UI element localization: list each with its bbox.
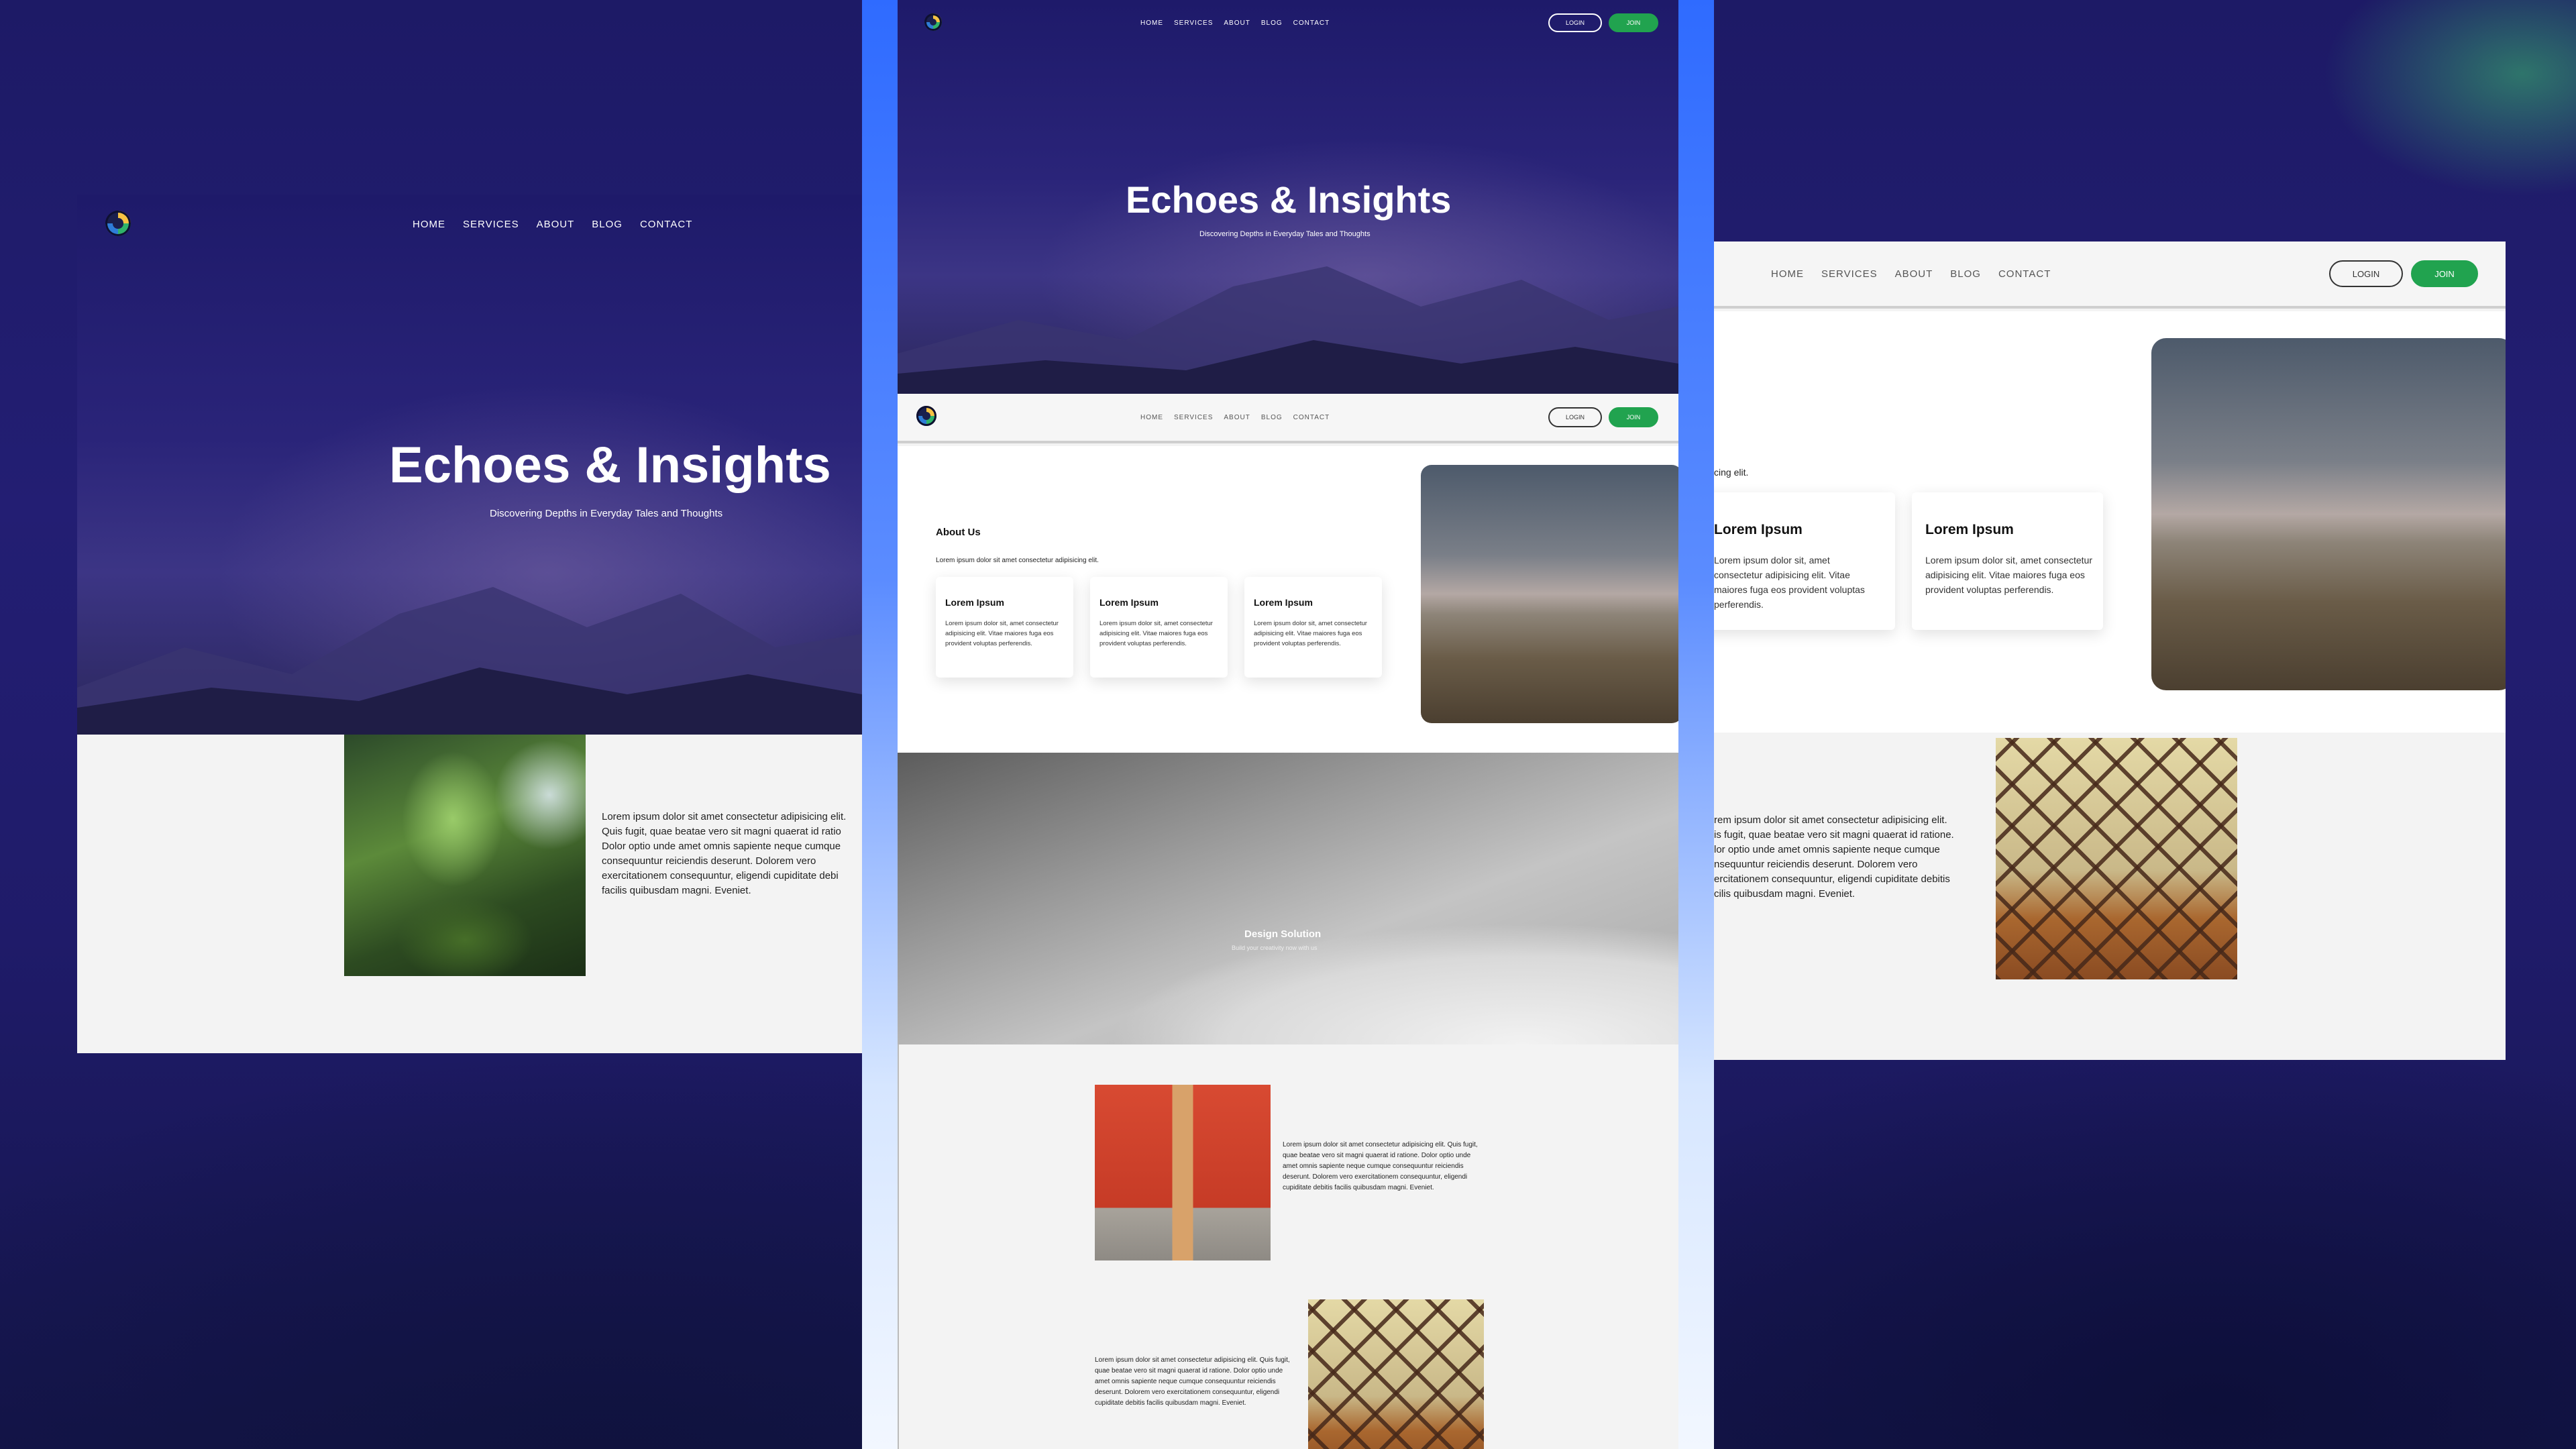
about-intro-fragment: cing elit. (1714, 467, 1749, 478)
left-nav: HOME SERVICES ABOUT BLOG CONTACT (413, 219, 692, 230)
center-page: HOME SERVICES ABOUT BLOG CONTACT LOGIN J… (898, 0, 1678, 1449)
card-body: Lorem ipsum dolor sit, amet consectetur … (1714, 555, 1865, 610)
nav-item-services[interactable]: SERVICES (463, 219, 519, 230)
center-frame: HOME SERVICES ABOUT BLOG CONTACT LOGIN J… (862, 0, 1714, 1449)
right-bottom: rem ipsum dolor sit amet consectetur adi… (1714, 733, 2506, 1060)
nav-item-about[interactable]: ABOUT (537, 219, 575, 230)
join-button[interactable]: JOIN (1609, 13, 1658, 32)
card-body: Lorem ipsum dolor sit, amet consectetur … (1925, 555, 2092, 595)
center-about: About Us Lorem ipsum dolor sit amet cons… (898, 446, 1678, 753)
about-card: Lorem Ipsum Lorem ipsum dolor sit, amet … (936, 577, 1073, 678)
card-title: Lorem Ipsum (1925, 522, 2014, 537)
center-hero-nav: HOME SERVICES ABOUT BLOG CONTACT (1140, 19, 1330, 27)
red-door-image (1095, 1085, 1271, 1260)
center-content: Lorem ipsum dolor sit amet consectetur a… (898, 1044, 1678, 1449)
hero-subtitle: Discovering Depths in Everyday Tales and… (490, 508, 723, 519)
left-paragraph: Lorem ipsum dolor sit amet consectetur a… (602, 811, 847, 896)
nav-item-about[interactable]: ABOUT (1224, 414, 1250, 421)
nav-item-contact[interactable]: CONTACT (1998, 268, 2051, 280)
nav-item-about[interactable]: ABOUT (1224, 19, 1250, 27)
login-button[interactable]: LOGIN (1548, 407, 1602, 427)
nav-item-contact[interactable]: CONTACT (1293, 19, 1330, 27)
card-body: Lorem ipsum dolor sit, amet consectetur … (945, 620, 1059, 647)
nav-item-blog[interactable]: BLOG (1950, 268, 1981, 280)
mountain-silhouette (77, 587, 862, 735)
login-button[interactable]: LOGIN (1548, 13, 1602, 32)
hero-title: Echoes & Insights (1126, 178, 1452, 221)
about-card: Lorem Ipsum Lorem ipsum dolor sit, amet … (1714, 492, 1895, 630)
nav-item-about[interactable]: ABOUT (1895, 268, 1933, 280)
right-about: cing elit. Lorem Ipsum Lorem ipsum dolor… (1714, 311, 2506, 733)
nav-item-home[interactable]: HOME (1140, 414, 1163, 421)
bridge-image (1308, 1299, 1484, 1449)
left-hero: HOME SERVICES ABOUT BLOG CONTACT Echoes … (77, 195, 862, 735)
hero-subtitle: Discovering Depths in Everyday Tales and… (1199, 230, 1371, 238)
about-heading: About Us (936, 527, 981, 538)
nav-item-blog[interactable]: BLOG (592, 219, 623, 230)
design-solution-banner: Design Solution Build your creativity no… (898, 753, 1678, 1044)
right-nav: HOME SERVICES ABOUT BLOG CONTACT (1771, 268, 2051, 280)
center-hero: HOME SERVICES ABOUT BLOG CONTACT LOGIN J… (898, 0, 1678, 394)
nav-item-blog[interactable]: BLOG (1261, 19, 1283, 27)
nav-item-blog[interactable]: BLOG (1261, 414, 1283, 421)
card-title: Lorem Ipsum (1254, 597, 1313, 608)
nav-item-services[interactable]: SERVICES (1174, 414, 1213, 421)
left-mockup: HOME SERVICES ABOUT BLOG CONTACT Echoes … (77, 195, 862, 1053)
content-paragraph: Lorem ipsum dolor sit amet consectetur a… (1095, 1356, 1290, 1407)
mountain-silhouette (898, 266, 1678, 394)
design-subtitle: Build your creativity now with us (1232, 945, 1318, 951)
card-title: Lorem Ipsum (945, 597, 1004, 608)
about-card: Lorem Ipsum Lorem ipsum dolor sit, amet … (1912, 492, 2103, 630)
design-title: Design Solution (1244, 928, 1322, 940)
card-body: Lorem ipsum dolor sit, amet consectetur … (1099, 620, 1213, 647)
join-button[interactable]: JOIN (1609, 407, 1658, 427)
nav-item-contact[interactable]: CONTACT (640, 219, 692, 230)
card-title: Lorem Ipsum (1714, 522, 1803, 537)
right-paragraph: rem ipsum dolor sit amet consectetur adi… (1714, 814, 1954, 900)
nav-item-services[interactable]: SERVICES (1821, 268, 1878, 280)
card-title: Lorem Ipsum (1099, 597, 1159, 608)
plant-image (344, 735, 586, 976)
login-button[interactable]: LOGIN (2329, 260, 2403, 287)
right-mockup: HOME SERVICES ABOUT BLOG CONTACT LOGIN J… (1714, 241, 2506, 1060)
hero-title: Echoes & Insights (389, 437, 831, 494)
nav-item-home[interactable]: HOME (1140, 19, 1163, 27)
right-header: HOME SERVICES ABOUT BLOG CONTACT LOGIN J… (1714, 241, 2506, 309)
join-button[interactable]: JOIN (2411, 260, 2478, 287)
nav-item-services[interactable]: SERVICES (1174, 19, 1213, 27)
content-paragraph: Lorem ipsum dolor sit amet consectetur a… (1283, 1141, 1478, 1191)
fog-landscape-image (1421, 465, 1678, 723)
left-content: Lorem ipsum dolor sit amet consectetur a… (77, 735, 862, 1053)
logo-icon[interactable] (924, 13, 942, 31)
nav-item-contact[interactable]: CONTACT (1293, 414, 1330, 421)
center-header: HOME SERVICES ABOUT BLOG CONTACT LOGIN J… (898, 394, 1678, 443)
about-intro: Lorem ipsum dolor sit amet consectetur a… (936, 557, 1099, 564)
bridge-image (1996, 738, 2237, 979)
logo-icon[interactable] (105, 211, 131, 236)
center-nav: HOME SERVICES ABOUT BLOG CONTACT (1140, 414, 1330, 421)
nav-item-home[interactable]: HOME (1771, 268, 1804, 280)
card-body: Lorem ipsum dolor sit, amet consectetur … (1254, 620, 1367, 647)
nav-item-home[interactable]: HOME (413, 219, 445, 230)
logo-icon[interactable] (916, 406, 936, 426)
fog-landscape-image (2151, 338, 2506, 690)
about-card: Lorem Ipsum Lorem ipsum dolor sit, amet … (1244, 577, 1382, 678)
about-card: Lorem Ipsum Lorem ipsum dolor sit, amet … (1090, 577, 1228, 678)
